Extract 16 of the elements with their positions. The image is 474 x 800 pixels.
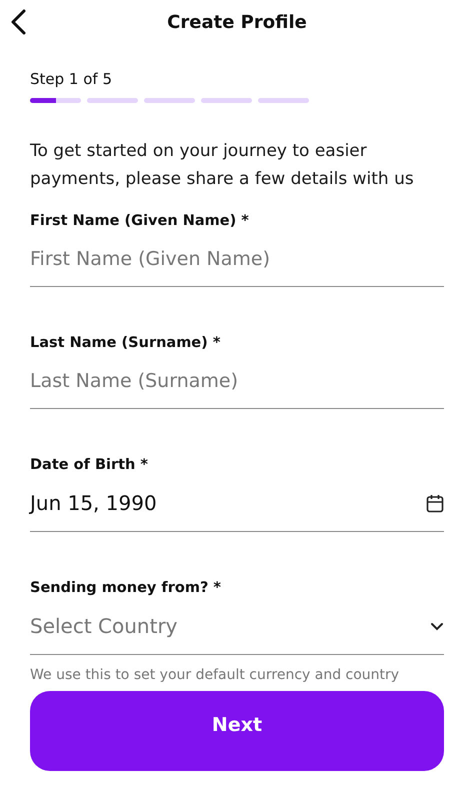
field-label: Date of Birth *: [30, 457, 150, 473]
step-label: Step 1 of 5: [30, 70, 114, 88]
field-label: First Name (Given Name) *: [30, 213, 250, 229]
help-text: We use this to set your default currency and country: [30, 667, 400, 683]
input-field[interactable]: Last Name (Surname): [30, 353, 444, 409]
field-label: Last Name (Surname) *: [30, 335, 222, 351]
next-button[interactable]: Next: [30, 691, 444, 771]
date-field[interactable]: Jun 15, 1990: [30, 475, 444, 532]
back-icon[interactable]: [10, 9, 26, 35]
calendar-icon[interactable]: [426, 494, 444, 512]
page-title: Create Profile: [167, 12, 307, 32]
chevron-down-icon: [430, 622, 444, 630]
country-select[interactable]: Select Country: [30, 598, 444, 655]
intro-text: To get started on your journey to easier payments, please share a few details with us: [30, 140, 415, 191]
input-field[interactable]: First Name (Given Name): [30, 231, 444, 287]
field-label: Sending money from? *: [30, 580, 222, 596]
